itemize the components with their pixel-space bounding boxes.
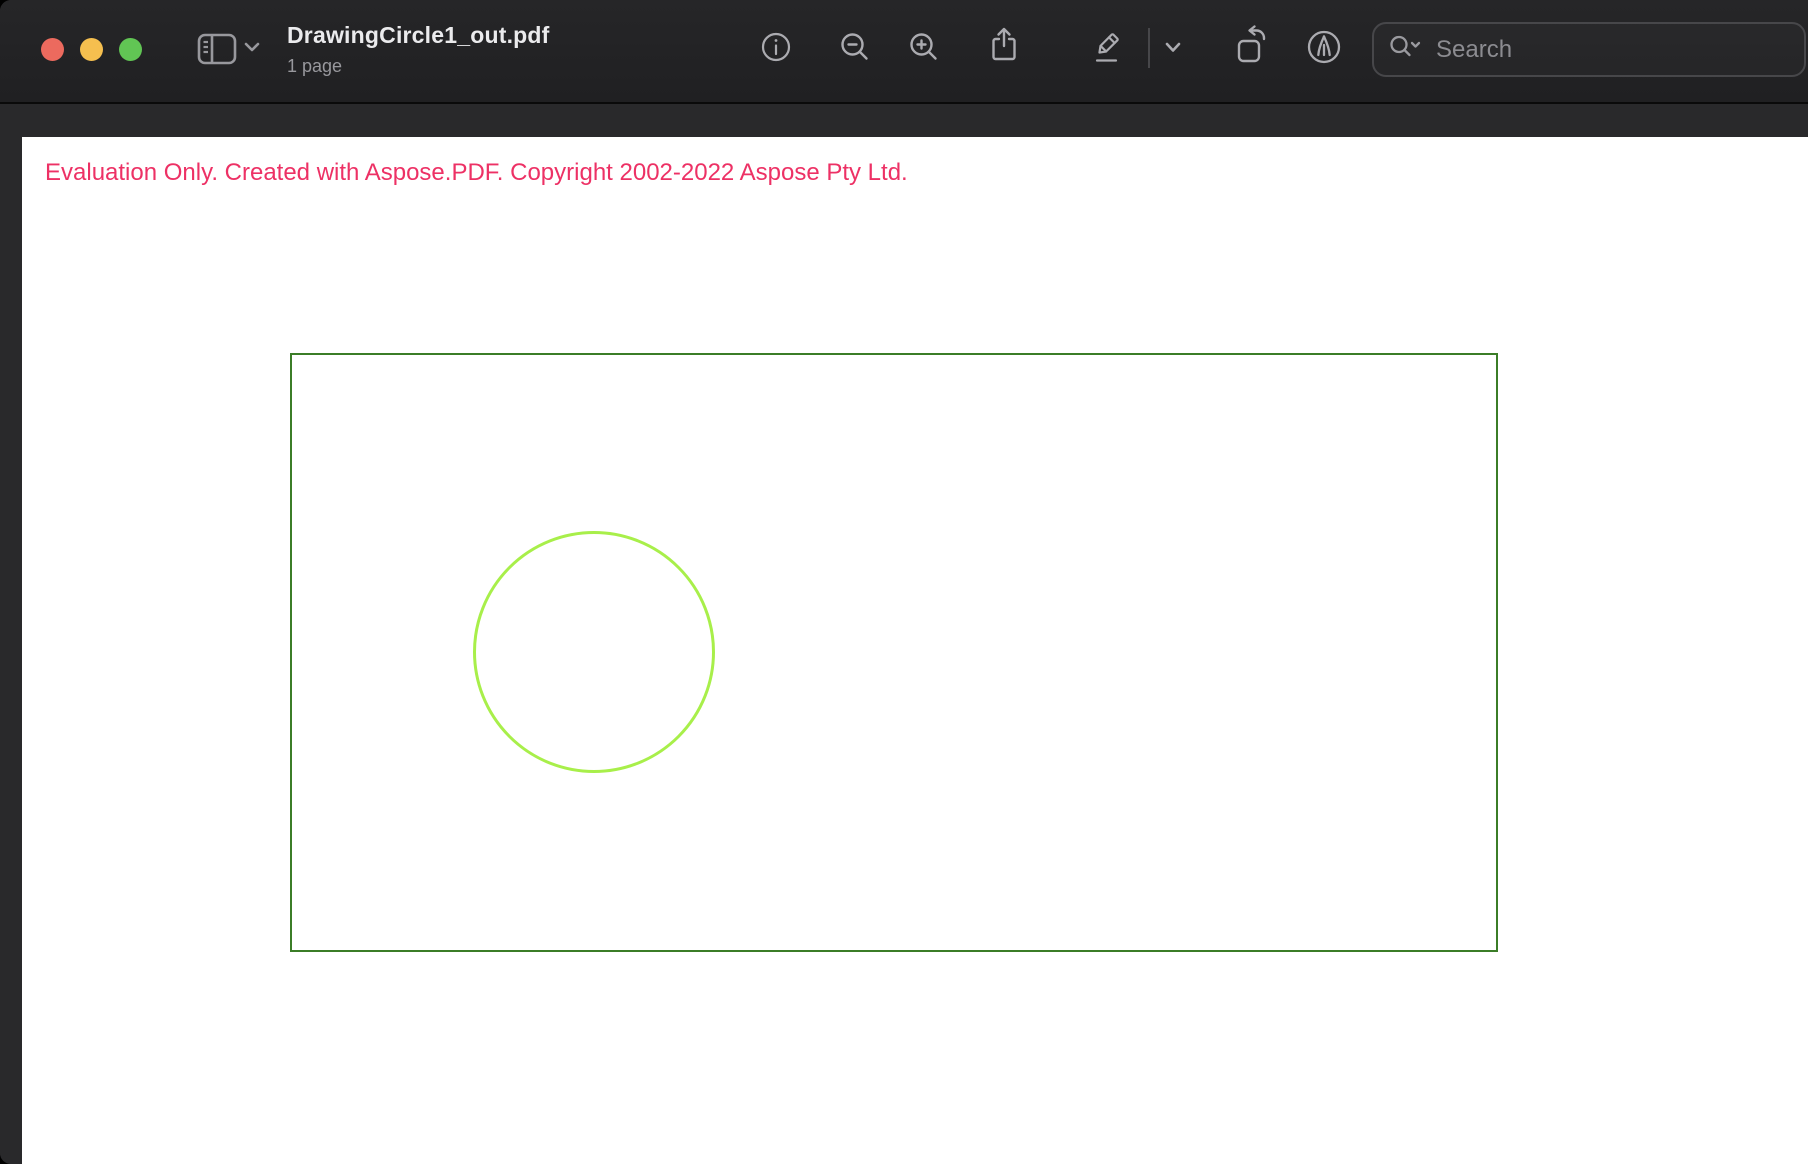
document-viewport: Evaluation Only. Created with Aspose.PDF…: [0, 104, 1808, 1164]
title-bar: DrawingCircle1_out.pdf 1 page: [0, 0, 1808, 104]
share-button[interactable]: [987, 26, 1021, 64]
document-title: DrawingCircle1_out.pdf: [287, 22, 550, 49]
zoom-out-button[interactable]: [838, 30, 872, 64]
pdf-page: Evaluation Only. Created with Aspose.PDF…: [22, 137, 1808, 1164]
drawn-rectangle: [290, 353, 1498, 952]
rotate-left-icon: [1233, 24, 1271, 66]
drawn-circle: [473, 531, 715, 773]
search-icon[interactable]: [1388, 34, 1424, 65]
zoom-out-icon: [838, 30, 872, 64]
evaluation-watermark-text: Evaluation Only. Created with Aspose.PDF…: [45, 159, 908, 187]
sidebar-options-button[interactable]: [243, 40, 261, 54]
search-placeholder: Search: [1436, 36, 1512, 64]
page-count-label: 1 page: [287, 56, 550, 77]
sidebar-toggle-button[interactable]: [197, 33, 237, 65]
chevron-down-icon: [1163, 40, 1183, 55]
markup-more-button[interactable]: [1163, 40, 1183, 55]
chevron-down-icon: [243, 40, 261, 54]
zoom-in-button[interactable]: [907, 30, 941, 64]
info-button[interactable]: [759, 30, 793, 64]
rotate-left-button[interactable]: [1233, 24, 1271, 66]
window-title-block: DrawingCircle1_out.pdf 1 page: [287, 22, 550, 77]
zoom-in-icon: [907, 30, 941, 64]
pen-circle-icon: [1305, 28, 1343, 66]
share-icon: [987, 26, 1021, 64]
close-button[interactable]: [41, 38, 64, 61]
sidebar-icon: [197, 33, 237, 65]
pen-circle-button[interactable]: [1305, 28, 1343, 66]
preview-window: DrawingCircle1_out.pdf 1 page: [0, 0, 1808, 1164]
info-icon: [759, 30, 793, 64]
markup-button[interactable]: [1091, 28, 1127, 66]
markup-pencil-icon: [1091, 28, 1127, 66]
minimize-button[interactable]: [80, 38, 103, 61]
search-field[interactable]: Search: [1372, 22, 1806, 77]
toolbar-divider: [1148, 28, 1150, 68]
zoom-button[interactable]: [119, 38, 142, 61]
